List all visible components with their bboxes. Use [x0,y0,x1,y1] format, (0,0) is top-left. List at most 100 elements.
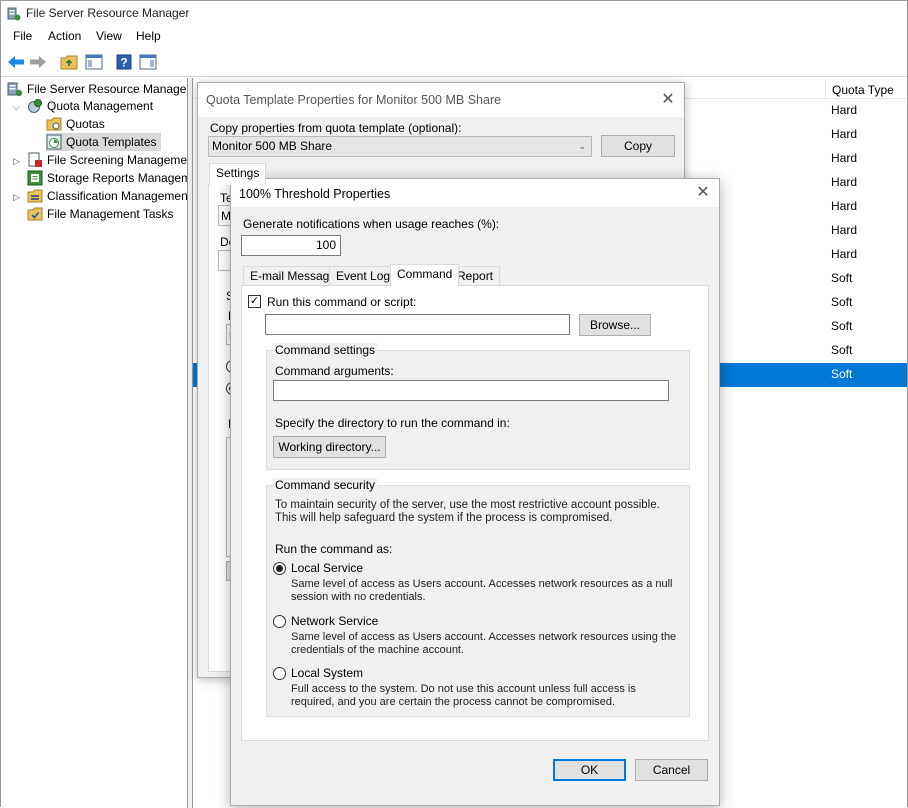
copy-from-template-combo[interactable]: Monitor 500 MB Share ⌄ [208,136,592,157]
quota-type-cell: Soft [831,295,853,309]
command-settings-title: Command settings [273,343,378,357]
fsrm-icon [7,82,23,97]
cancel-button[interactable]: Cancel [635,759,708,781]
help-button[interactable]: ? [114,52,134,72]
back-arrow-icon [8,56,24,68]
copy-from-label: Copy properties from quota template (opt… [210,121,462,135]
tree-label-classification: Classification Management [47,189,188,203]
tree-item-classification[interactable]: Classification Management [27,187,188,205]
browse-button[interactable]: Browse... [579,314,651,336]
quota-type-cell: Soft [831,319,853,333]
network-service-description: Same level of access as Users account. A… [291,631,677,656]
quota-type-cell: Soft [831,343,853,357]
tree-item-storage-reports[interactable]: Storage Reports Management [27,169,187,187]
local-system-label: Local System [291,666,364,680]
forward-button[interactable] [28,52,48,72]
tree-item-file-tasks[interactable]: File Management Tasks [27,205,174,223]
working-directory-button[interactable]: Working directory... [273,436,386,458]
copy-button[interactable]: Copy [601,135,675,157]
dialog-title: 100% Threshold Properties [239,187,391,201]
tree-label-quotas: Quotas [66,117,105,131]
chevron-right-icon[interactable]: ▷ [13,192,20,203]
tree-label-quota-templates: Quota Templates [66,135,157,149]
local-system-description: Full access to the system. Do not use th… [291,683,636,708]
tree-label-storage-reports: Storage Reports Management [47,171,187,185]
quota-management-icon [28,99,42,113]
tree-label-quota-management: Quota Management [47,99,154,113]
command-arguments-field[interactable] [273,380,669,401]
tree-label-file-tasks: File Management Tasks [47,207,174,221]
menu-action[interactable]: Action [48,29,81,43]
show-hide-tree-button[interactable] [84,52,104,72]
chevron-right-icon[interactable]: ▷ [13,156,20,167]
quota-templates-icon [46,134,62,150]
run-command-label: Run this command or script: [267,295,417,309]
dialog-title-bar: 100% Threshold Properties ✕ [231,179,719,207]
forward-arrow-icon [30,56,46,68]
window-title: File Server Resource Manager [26,6,190,20]
command-arguments-label: Command arguments: [275,364,394,378]
title-bar: File Server Resource Manager [1,1,907,27]
column-header-quota-type[interactable]: Quota Type [825,81,907,99]
dialog-title: Quota Template Properties for Monitor 50… [206,93,502,107]
tree-label-file-screening: File Screening Management [47,153,188,167]
quota-type-cell: Hard [831,223,858,237]
quota-type-cell: Hard [831,151,858,165]
quota-type-cell: Hard [831,247,858,261]
generate-notifications-label: Generate notifications when usage reache… [243,217,500,231]
quota-type-cell: Hard [831,127,858,141]
local-system-radio[interactable] [273,667,286,680]
storage-reports-icon [27,170,43,186]
network-service-label: Network Service [291,614,379,628]
quota-type-cell: Soft [831,367,853,381]
command-security-group: Command security To maintain security of… [266,478,690,717]
show-action-pane-button[interactable] [138,52,158,72]
main-window: File Server Resource Manager File Action… [0,0,908,808]
network-service-radio[interactable] [273,615,286,628]
action-pane-icon [139,54,157,70]
dialog-title-bar: Quota Template Properties for Monitor 50… [198,83,684,117]
chevron-down-icon[interactable]: ⌵ [13,102,20,113]
security-description: To maintain security of the server, use … [275,499,660,524]
up-folder-button[interactable] [59,52,79,72]
svg-text:?: ? [120,56,127,70]
local-service-description: Same level of access as Users account. A… [291,578,673,603]
menu-file[interactable]: File [13,29,32,43]
menu-help[interactable]: Help [136,29,161,43]
command-tab-panel: ✓ Run this command or script: Browse... … [241,285,709,741]
working-directory-label: Specify the directory to run the command… [275,416,510,430]
run-command-checkbox[interactable]: ✓ [248,295,261,308]
tab-event-log[interactable]: Event Log [329,266,398,286]
quota-type-cell: Soft [831,271,853,285]
run-as-label: Run the command as: [275,542,393,556]
tree-item-file-screening[interactable]: File Screening Management [27,151,188,169]
quota-type-cell: Hard [831,103,858,117]
folder-up-icon [60,55,78,70]
tree-item-quota-templates[interactable]: Quota Templates [46,133,161,151]
file-screening-icon [28,152,42,167]
tab-settings[interactable]: Settings [209,163,267,185]
menu-bar: File Action View Help [1,27,907,47]
console-tree: File Server Resource Manager (Local) ⌵ Q… [1,78,188,808]
local-service-radio[interactable] [273,562,286,575]
chevron-down-icon: ⌄ [578,141,586,151]
close-icon[interactable]: ✕ [657,89,679,111]
toolbar: ? [1,47,907,77]
tree-item-quotas[interactable]: Quotas [46,115,105,133]
tree-label-root: File Server Resource Manager (Local) [27,82,188,96]
copy-from-value: Monitor 500 MB Share [212,139,333,153]
command-path-field[interactable] [265,314,570,335]
tab-command[interactable]: Command [390,264,460,286]
menu-view[interactable]: View [96,29,122,43]
usage-percent-field[interactable]: 100 [241,235,341,256]
help-icon: ? [116,54,132,70]
quota-type-cell: Hard [831,175,858,189]
tree-item-root[interactable]: File Server Resource Manager (Local) [7,80,188,98]
close-icon[interactable]: ✕ [692,182,714,204]
local-service-label: Local Service [291,561,364,575]
fsrm-app-icon [7,7,21,21]
threshold-properties-dialog: 100% Threshold Properties ✕ Generate not… [230,178,720,806]
back-button[interactable] [6,52,26,72]
ok-button[interactable]: OK [553,759,626,781]
tree-item-quota-management[interactable]: Quota Management [27,97,153,115]
